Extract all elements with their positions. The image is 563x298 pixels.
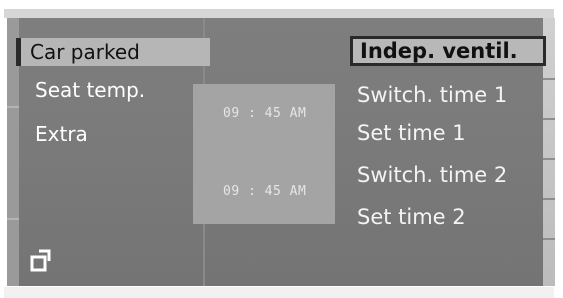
option-label: Indep. ventil.	[360, 39, 518, 63]
scroll-tick	[543, 78, 555, 80]
option-label: Set time 1	[357, 121, 466, 145]
scroll-tick	[543, 158, 555, 160]
option-label: Set time 2	[357, 205, 466, 229]
return-icon[interactable]	[29, 248, 55, 274]
menu-item-extra[interactable]: Extra	[23, 120, 193, 148]
option-switch-time-2[interactable]: Switch. time 2	[357, 160, 507, 190]
option-set-time-1[interactable]: Set time 1	[357, 118, 466, 148]
bottom-frame	[4, 287, 554, 298]
time-preview-panel	[193, 84, 335, 224]
time-value-2: 09 : 45 AM	[223, 184, 307, 199]
option-label: Switch. time 2	[357, 163, 508, 187]
menu-item-seat-temp[interactable]: Seat temp.	[23, 76, 193, 104]
menu-item-car-parked[interactable]: Car parked	[16, 38, 210, 66]
option-set-time-2[interactable]: Set time 2	[357, 202, 466, 232]
display-screen: Car parked Seat temp. Extra 09 : 45 AM 0…	[7, 18, 555, 286]
option-indep-ventil[interactable]: Indep. ventil.	[350, 36, 546, 66]
menu-item-label: Extra	[35, 122, 88, 146]
scroll-tick	[543, 118, 555, 120]
menu-item-label: Seat temp.	[35, 78, 146, 102]
option-label: Switch. time 1	[357, 83, 508, 107]
return-icon-graphic	[30, 249, 51, 272]
menu-item-label: Car parked	[30, 40, 140, 64]
left-edge-tick	[7, 218, 19, 220]
option-switch-time-1[interactable]: Switch. time 1	[357, 80, 507, 110]
left-edge-tick	[7, 106, 19, 108]
time-value-1: 09 : 45 AM	[223, 106, 307, 121]
scroll-tick	[543, 198, 555, 200]
top-frame	[4, 9, 554, 18]
scroll-tick	[543, 238, 555, 240]
